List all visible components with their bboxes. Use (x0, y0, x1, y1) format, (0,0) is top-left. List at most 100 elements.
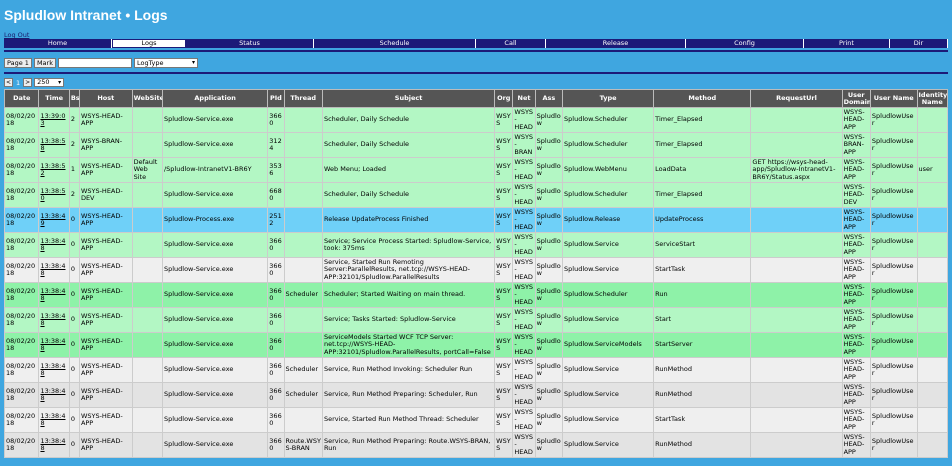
table-row[interactable]: 08/02/2018 13:38:48 0 WSYS-HEAD-APP Spludlow… (3, 332, 948, 358)
cell-time[interactable]: 13:38:52 (38, 157, 70, 183)
time-link[interactable]: 13:39:03 (40, 112, 65, 128)
column-header[interactable]: Date (3, 89, 40, 108)
table-row[interactable]: 08/02/2018 13:38:52 1 WSYS-HEAD-APP Default … (3, 157, 948, 183)
nav-tab-print[interactable]: Print (804, 39, 890, 48)
next-page-button[interactable]: > (23, 78, 33, 87)
column-header[interactable]: Host (78, 89, 133, 108)
time-link[interactable]: 13:38:48 (40, 437, 65, 453)
cell-time[interactable]: 13:38:48 (38, 382, 70, 408)
cell-date: 08/02/2018 (3, 157, 40, 183)
nav-tab-dir[interactable]: Dir (890, 39, 948, 48)
time-link[interactable]: 13:38:48 (40, 312, 65, 328)
table-row[interactable]: 08/02/2018 13:38:48 0 WSYS-HEAD-APP Spludlow… (3, 407, 948, 433)
table-row[interactable]: 08/02/2018 13:38:58 2 WSYS-BRAN-APP Spludlow… (3, 132, 948, 158)
cell-time[interactable]: 13:38:49 (38, 207, 70, 233)
time-link[interactable]: 13:38:48 (40, 412, 65, 428)
cell-time[interactable]: 13:38:48 (38, 257, 70, 283)
cell-identity (916, 257, 948, 283)
time-link[interactable]: 13:38:48 (40, 237, 65, 253)
nav-tab-config[interactable]: Config (686, 39, 804, 48)
logtype-select-value: LogType (136, 59, 164, 67)
column-header[interactable]: Thread (283, 89, 323, 108)
table-row[interactable]: 08/02/2018 13:38:48 0 WSYS-HEAD-APP Spludlow… (3, 382, 948, 408)
nav-tab-status[interactable]: Status (186, 39, 314, 48)
time-link[interactable]: 13:38:48 (40, 387, 65, 403)
table-row[interactable]: 08/02/2018 13:38:48 0 WSYS-HEAD-APP Spludlow… (3, 357, 948, 383)
cell-host: WSYS-HEAD-APP (78, 407, 133, 433)
cell-userdomain: WSYS-HEAD-DEV (841, 182, 871, 208)
time-link[interactable]: 13:38:49 (40, 212, 65, 228)
cell-requesturl (750, 382, 843, 408)
nav-tab-logs[interactable]: Logs (112, 39, 186, 48)
column-header[interactable]: WebSite (131, 89, 163, 108)
column-header[interactable]: Type (562, 89, 655, 108)
table-row[interactable]: 08/02/2018 13:38:49 0 WSYS-HEAD-APP Spludlow… (3, 207, 948, 233)
cell-host: WSYS-HEAD-APP (78, 307, 133, 333)
column-header[interactable]: User Name (869, 89, 918, 108)
cell-type: Spludlow.Scheduler (562, 282, 655, 308)
cell-pid: 3124 (267, 132, 285, 158)
cell-time[interactable]: 13:39:03 (38, 107, 70, 133)
cell-time[interactable]: 13:38:48 (38, 282, 70, 308)
cell-application: Spludlow-Process.exe (161, 207, 269, 233)
table-row[interactable]: 08/02/2018 13:38:48 0 WSYS-HEAD-APP Spludlow… (3, 432, 948, 458)
cell-website (131, 107, 163, 133)
cell-application: Spludlow-Service.exe (161, 182, 269, 208)
logtype-select[interactable]: LogType ▾ (133, 58, 198, 68)
logout-link[interactable]: Log Out (4, 31, 29, 39)
current-page[interactable]: 1 (15, 79, 21, 87)
cell-time[interactable]: 13:38:48 (38, 232, 70, 258)
cell-time[interactable]: 13:38:48 (38, 432, 70, 458)
table-row[interactable]: 08/02/2018 13:38:48 0 WSYS-HEAD-APP Spludlow… (3, 282, 948, 308)
time-link[interactable]: 13:38:48 (40, 362, 65, 378)
nav-tab-release[interactable]: Release (546, 39, 686, 48)
cell-time[interactable]: 13:38:48 (38, 307, 70, 333)
cell-time[interactable]: 13:38:48 (38, 357, 70, 383)
page-size-select[interactable]: 250 ▾ (34, 78, 65, 87)
time-link[interactable]: 13:38:52 (40, 162, 65, 178)
cell-time[interactable]: 13:38:48 (38, 332, 70, 358)
table-row[interactable]: 08/02/2018 13:39:03 2 WSYS-HEAD-APP Spludlow… (3, 107, 948, 133)
cell-bs: 2 (68, 132, 80, 158)
cell-ass: Spludlow (534, 207, 564, 233)
cell-ass: Spludlow (534, 382, 564, 408)
cell-pid: 3660 (267, 307, 285, 333)
column-header[interactable]: Bs (68, 89, 80, 108)
prev-page-button[interactable]: < (4, 78, 13, 87)
column-header[interactable]: User Domain (841, 89, 871, 108)
time-link[interactable]: 13:38:48 (40, 337, 65, 353)
column-header[interactable]: Method (653, 89, 752, 108)
page-button[interactable]: Page 1 (4, 58, 32, 68)
column-header[interactable]: PId (267, 89, 285, 108)
column-header[interactable]: Org (494, 89, 514, 108)
time-link[interactable]: 13:38:58 (40, 137, 65, 153)
time-link[interactable]: 13:38:48 (40, 287, 65, 303)
cell-time[interactable]: 13:38:50 (38, 182, 70, 208)
cell-subject: Scheduler, Daily Schedule (321, 107, 496, 133)
cell-time[interactable]: 13:38:48 (38, 407, 70, 433)
column-header[interactable]: RequestUrl (750, 89, 843, 108)
mark-button[interactable]: Mark (33, 58, 56, 68)
column-header[interactable]: Time (38, 89, 70, 108)
cell-type: Spludlow.Scheduler (562, 132, 655, 158)
cell-net: WSYS-HEAD (512, 307, 536, 333)
table-row[interactable]: 08/02/2018 13:38:48 0 WSYS-HEAD-APP Spludlow… (3, 232, 948, 258)
cell-ass: Spludlow (534, 407, 564, 433)
column-header[interactable]: Subject (321, 89, 496, 108)
cell-bs: 0 (68, 332, 80, 358)
column-header[interactable]: Identity Name (916, 89, 948, 108)
nav-tab-home[interactable]: Home (4, 39, 112, 48)
cell-userdomain: WSYS-HEAD-APP (841, 157, 871, 183)
table-row[interactable]: 08/02/2018 13:38:50 2 WSYS-HEAD-DEV Spludlow… (3, 182, 948, 208)
column-header[interactable]: Ass (534, 89, 564, 108)
column-header[interactable]: Net (512, 89, 536, 108)
column-header[interactable]: Application (161, 89, 269, 108)
time-link[interactable]: 13:38:50 (40, 187, 65, 203)
table-row[interactable]: 08/02/2018 13:38:48 0 WSYS-HEAD-APP Spludlow… (3, 307, 948, 333)
filter-input[interactable] (57, 58, 132, 68)
table-row[interactable]: 08/02/2018 13:38:48 0 WSYS-HEAD-APP Spludlow… (3, 257, 948, 283)
nav-tab-call[interactable]: Call (476, 39, 546, 48)
time-link[interactable]: 13:38:48 (40, 262, 65, 278)
nav-tab-schedule[interactable]: Schedule (314, 39, 476, 48)
cell-time[interactable]: 13:38:58 (38, 132, 70, 158)
